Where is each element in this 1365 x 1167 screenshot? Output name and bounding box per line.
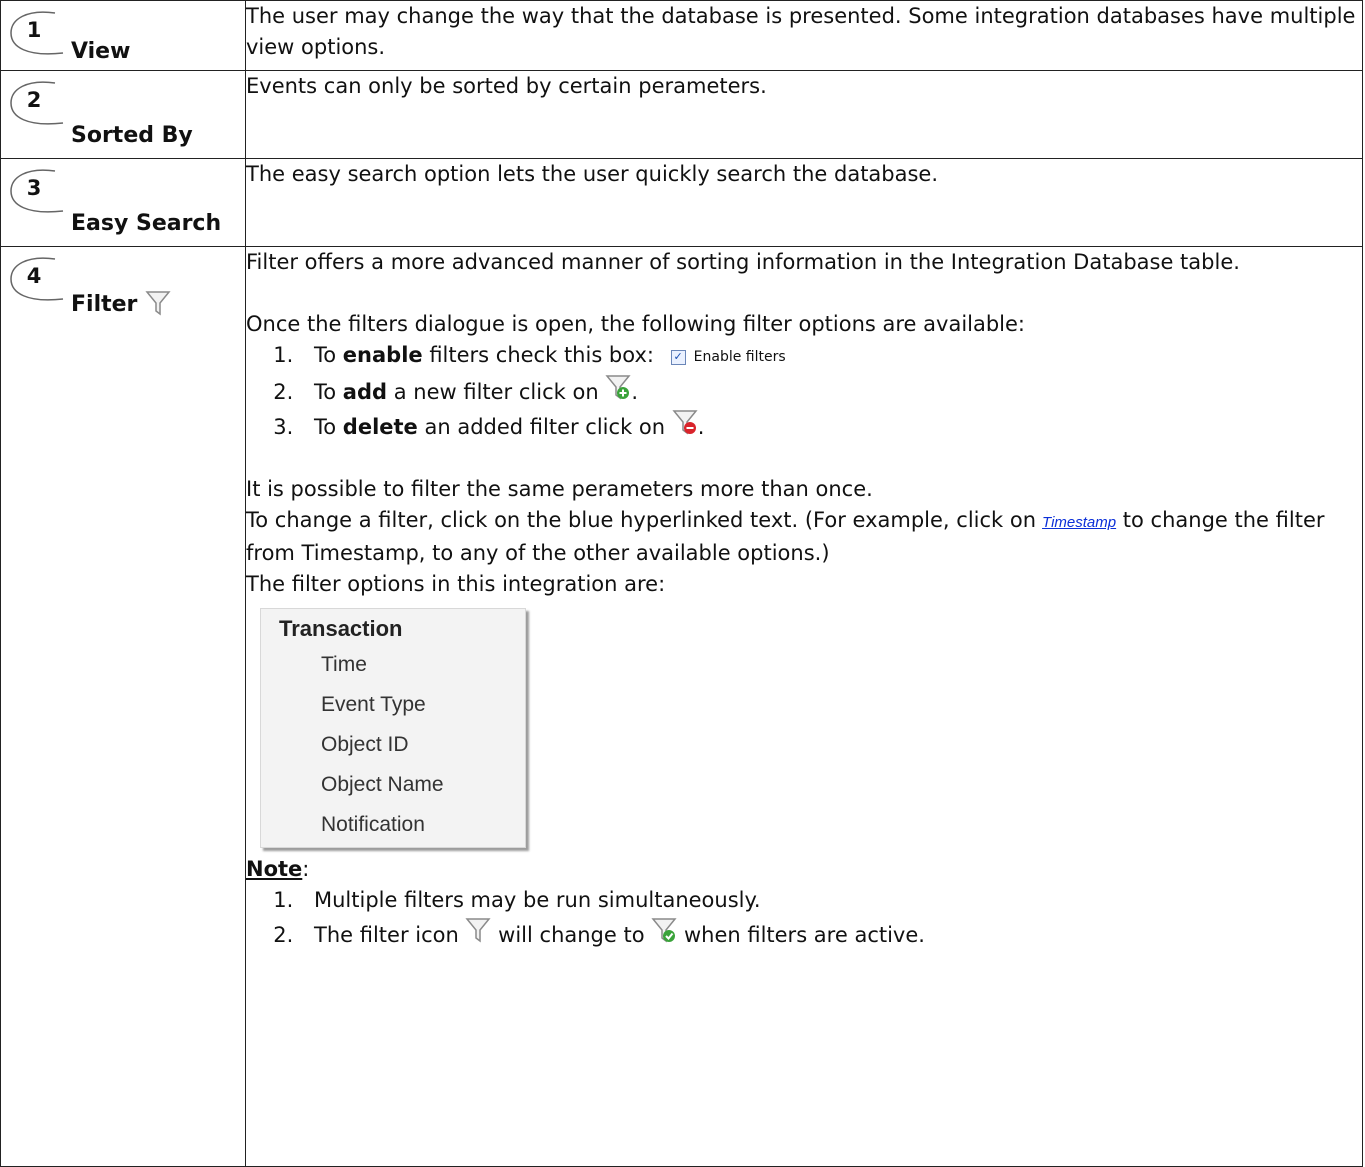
step-post: an added filter click on (417, 415, 666, 439)
filter-icon (465, 918, 492, 943)
change-pre: To change a filter, click on the blue hy… (246, 508, 1037, 532)
row-label: Filter (71, 292, 138, 317)
number-badge: 2 (7, 79, 71, 127)
row-description: The easy search option lets the user qui… (245, 158, 1363, 247)
checkbox-check-icon: ✓ (670, 350, 686, 365)
filter-open-line: Once the filters dialogue is open, the f… (246, 312, 1026, 336)
note2-mid: will change to (498, 923, 645, 947)
row-text: Events can only be sorted by certain per… (246, 74, 767, 98)
note-line: Note: (246, 857, 310, 881)
list-item: Notification (321, 813, 425, 836)
list-item: Event Type (321, 693, 426, 716)
filter-options-box: Transaction Time Event Type Object ID Ob… (260, 608, 526, 848)
row-number: 4 (26, 264, 42, 288)
enable-filters-label: Enable filters (693, 349, 786, 365)
options-intro: The filter options in this integration a… (246, 572, 666, 596)
row-label-cell: 4 Filter (0, 246, 246, 1167)
row-description: Events can only be sorted by certain per… (245, 70, 1363, 159)
row-description: The user may change the way that the dat… (245, 0, 1363, 71)
row-label: Sorted By (71, 123, 193, 148)
note2-pre: The filter icon (314, 923, 459, 947)
delete-filter-icon (672, 410, 698, 435)
note2-post: when filters are active. (683, 923, 925, 947)
enable-filters-checkbox: ✓ Enable filters (670, 342, 786, 373)
list-item: To delete an added filter click on . (300, 408, 1362, 443)
list-item: Time (321, 653, 367, 676)
filter-steps-list: To enable filters check this box: ✓ Enab… (246, 340, 1362, 443)
list-item: To enable filters check this box: ✓ Enab… (300, 340, 1362, 373)
notes-list: Multiple filters may be run simultaneous… (246, 885, 1362, 951)
row-label: View (71, 39, 131, 64)
list-item: Object Name (321, 773, 444, 796)
row-label-cell: 1 View (0, 0, 246, 71)
row-label: Easy Search (71, 211, 222, 236)
row-label-wrap: Filter (71, 289, 171, 317)
filter-intro: Filter offers a more advanced manner of … (246, 250, 1240, 274)
list-item: To add a new filter click on . (300, 373, 1362, 408)
number-badge: 3 (7, 167, 71, 215)
row-number: 3 (26, 176, 42, 200)
list-item: The filter icon will change to when filt… (300, 916, 1362, 951)
step-post: a new filter click on (387, 380, 599, 404)
active-filter-icon (651, 918, 677, 943)
row-text: The user may change the way that the dat… (246, 4, 1356, 59)
step-pre: To (314, 343, 343, 367)
filter-description: Filter offers a more advanced manner of … (245, 246, 1363, 1167)
change-filter-line: To change a filter, click on the blue hy… (246, 505, 1362, 569)
step-pre: To (314, 415, 343, 439)
number-badge: 1 (7, 9, 71, 57)
row-number: 2 (26, 88, 42, 112)
step-bold: enable (342, 343, 423, 367)
row-number: 1 (26, 18, 42, 42)
features-table: 1 View The user may change the way that … (0, 0, 1363, 1167)
list-item: Multiple filters may be run simultaneous… (300, 885, 1362, 916)
table-row: 1 View The user may change the way that … (0, 0, 1363, 71)
table-row: 3 Easy Search The easy search option let… (0, 158, 1363, 247)
step-bold: delete (342, 415, 418, 439)
note-label: Note (246, 857, 303, 881)
list-item: Object ID (321, 733, 409, 756)
step-bold: add (342, 380, 388, 404)
options-header: Transaction (279, 616, 403, 641)
add-filter-icon (605, 375, 631, 400)
step-post: filters check this box: (422, 343, 654, 367)
table-row: 2 Sorted By Events can only be sorted by… (0, 70, 1363, 159)
row-label-cell: 2 Sorted By (0, 70, 246, 159)
number-badge: 4 (7, 255, 71, 303)
same-param-line: It is possible to filter the same perame… (246, 477, 873, 501)
row-label-cell: 3 Easy Search (0, 158, 246, 247)
filter-icon (145, 291, 171, 316)
row-text: The easy search option lets the user qui… (246, 162, 939, 186)
table-row: 4 Filter Filter offers a more advanced m… (0, 246, 1363, 1167)
timestamp-link: Timestamp (1042, 514, 1117, 531)
step-pre: To (314, 380, 343, 404)
